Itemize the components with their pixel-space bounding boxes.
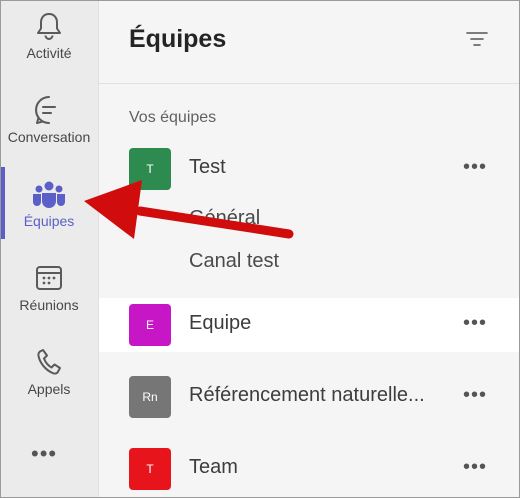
team-row-test[interactable]: T Test ••• — [99, 142, 519, 196]
bell-icon — [35, 9, 63, 43]
teams-list-pane: Équipes Vos équipes T Test ••• Général C… — [99, 1, 519, 497]
phone-icon — [35, 345, 63, 379]
rail-item-label: Activité — [26, 45, 72, 61]
app-rail: Activité Conversation Équipes Réunions A — [1, 1, 99, 497]
rail-item-label: Réunions — [19, 297, 79, 313]
team-avatar: Rn — [129, 376, 171, 418]
team-row-team[interactable]: T Team ••• — [99, 442, 519, 496]
page-title: Équipes — [129, 25, 227, 53]
more-options-button[interactable]: ••• — [463, 384, 487, 407]
rail-item-label: Appels — [27, 381, 71, 397]
rail-item-activite[interactable]: Activité — [1, 1, 97, 81]
more-options-button[interactable]: ••• — [463, 312, 487, 335]
team-row-referencement[interactable]: Rn Référencement naturelle... ••• — [99, 370, 519, 424]
more-apps-button[interactable]: ••• — [31, 441, 57, 467]
rail-item-conversation[interactable]: Conversation — [1, 85, 97, 165]
pane-header: Équipes — [99, 1, 519, 84]
team-avatar: T — [129, 148, 171, 190]
team-avatar: T — [129, 448, 171, 490]
more-options-button[interactable]: ••• — [463, 156, 487, 179]
rail-item-label: Conversation — [7, 129, 91, 145]
rail-item-reunions[interactable]: Réunions — [1, 253, 97, 333]
team-row-equipe[interactable]: E Equipe ••• — [99, 298, 519, 352]
rail-item-appels[interactable]: Appels — [1, 337, 97, 417]
team-avatar: E — [129, 304, 171, 346]
teams-window: Activité Conversation Équipes Réunions A — [0, 0, 520, 498]
calendar-icon — [34, 261, 64, 295]
more-options-button[interactable]: ••• — [463, 456, 487, 479]
teams-icon — [32, 177, 66, 211]
section-label: Vos équipes — [129, 109, 217, 126]
chat-icon — [33, 93, 65, 127]
team-name: Référencement naturelle... — [189, 384, 425, 406]
team-name: Equipe — [189, 312, 252, 334]
channel-general[interactable]: Général — [189, 207, 260, 230]
channel-canal-test[interactable]: Canal test — [189, 250, 279, 273]
team-name: Team — [189, 456, 238, 478]
rail-item-label: Équipes — [23, 213, 75, 229]
filter-icon[interactable] — [465, 29, 489, 54]
rail-item-equipes[interactable]: Équipes — [1, 169, 97, 249]
team-name: Test — [189, 156, 226, 178]
